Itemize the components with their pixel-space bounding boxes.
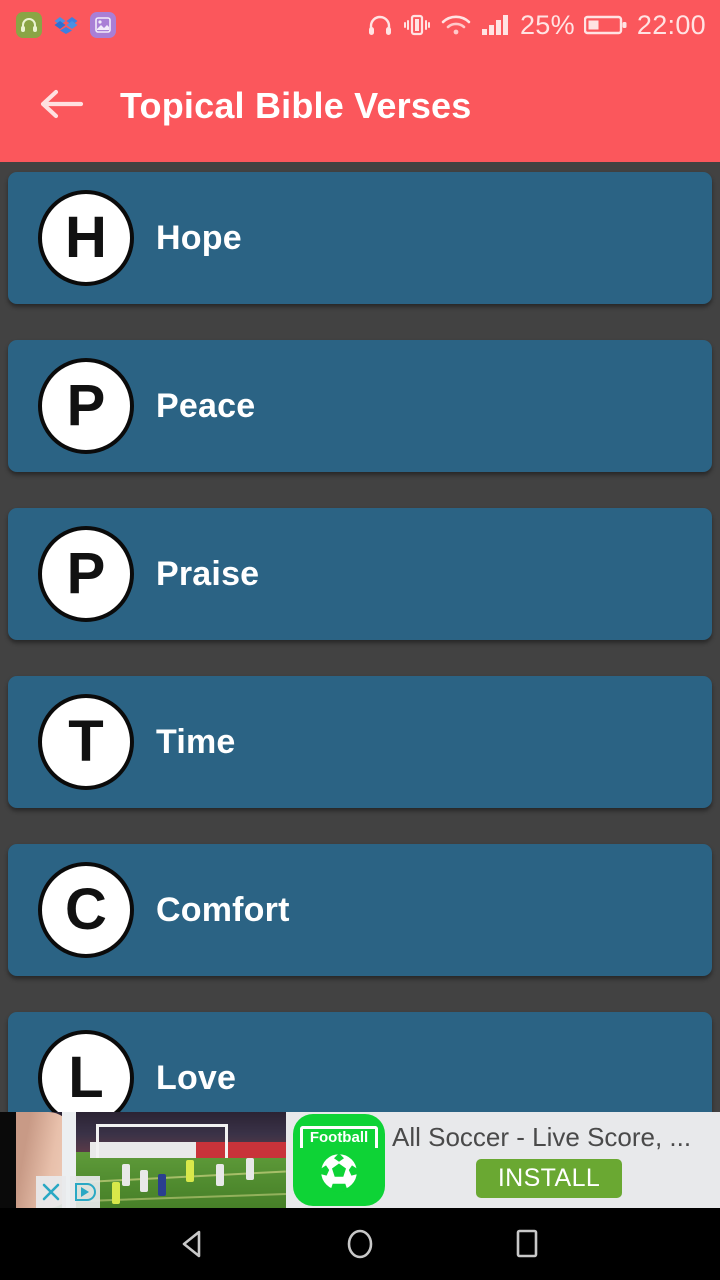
topic-initial-badge: P — [38, 526, 134, 622]
topic-initial-letter: C — [65, 877, 107, 942]
topic-initial-letter: P — [66, 373, 106, 438]
clock-label: 22:00 — [636, 9, 706, 40]
battery-icon — [583, 12, 628, 38]
ad-app-icon-wrapper: Football — [286, 1112, 392, 1208]
topic-initial-letter: H — [65, 205, 107, 270]
ad-install-button[interactable]: INSTALL — [475, 1159, 623, 1198]
ad-icon-label: Football — [309, 1128, 369, 1146]
topic-card-comfort[interactable]: C Comfort — [8, 844, 712, 976]
topic-label: Time — [156, 722, 236, 761]
battery-percent-label: 25% — [519, 9, 575, 40]
recents-nav-button[interactable] — [499, 1216, 555, 1272]
topic-card-praise[interactable]: P Praise — [8, 508, 712, 640]
status-bar-system-icons: 25% 22:00 — [366, 9, 706, 40]
status-bar-notifications — [16, 12, 116, 38]
ad-banner[interactable]: Football All Soccer - Live Score, ... IN… — [0, 1112, 720, 1208]
android-nav-bar — [0, 1208, 720, 1280]
topic-card-peace[interactable]: P Peace — [8, 340, 712, 472]
ad-close-button[interactable] — [36, 1176, 66, 1208]
topic-initial-badge: T — [38, 694, 134, 790]
topic-card-time[interactable]: T Time — [8, 676, 712, 808]
status-bar: 25% 22:00 — [0, 0, 720, 50]
topic-card-hope[interactable]: H Hope — [8, 172, 712, 304]
adchoices-button[interactable] — [70, 1176, 100, 1208]
football-app-icon: Football — [293, 1114, 385, 1206]
square-recents-icon — [516, 1229, 537, 1258]
headset-icon — [366, 12, 394, 38]
back-nav-button[interactable] — [165, 1216, 221, 1272]
topic-label: Love — [156, 1058, 237, 1097]
vibrate-icon — [403, 12, 431, 38]
circle-home-icon — [347, 1229, 373, 1259]
triangle-back-icon — [183, 1230, 201, 1258]
topic-initial-letter: L — [68, 1045, 104, 1110]
signal-icon — [481, 12, 511, 38]
topic-initial-badge: P — [38, 358, 134, 454]
page-title: Topical Bible Verses — [120, 85, 472, 126]
wifi-icon — [440, 12, 472, 38]
headphone-app-icon — [16, 12, 42, 38]
phone-screen: 25% 22:00 Topical Bible Verses H Hope P — [0, 0, 720, 1280]
dropbox-app-icon — [53, 12, 79, 38]
topic-label: Comfort — [156, 890, 290, 929]
ad-title: All Soccer - Live Score, ... — [392, 1122, 692, 1152]
ad-body: All Soccer - Live Score, ... INSTALL — [392, 1112, 720, 1208]
close-icon — [42, 1183, 60, 1201]
topic-initial-badge: C — [38, 862, 134, 958]
topic-label: Praise — [156, 554, 260, 593]
back-button[interactable] — [26, 84, 98, 129]
ad-controls[interactable] — [36, 1176, 100, 1208]
app-bar: Topical Bible Verses — [0, 50, 720, 162]
topic-initial-badge: H — [38, 190, 134, 286]
topic-label: Hope — [156, 218, 242, 257]
adchoices-icon — [75, 1183, 96, 1201]
back-arrow-icon — [37, 84, 87, 129]
home-nav-button[interactable] — [332, 1216, 388, 1272]
soccer-ball-icon — [318, 1152, 360, 1193]
topic-initial-letter: T — [68, 709, 104, 774]
gallery-app-icon — [90, 12, 116, 38]
topic-initial-letter: P — [66, 541, 106, 606]
topic-list[interactable]: H Hope P Peace P Praise T Time C Comfort… — [0, 162, 720, 1208]
topic-label: Peace — [156, 386, 256, 425]
